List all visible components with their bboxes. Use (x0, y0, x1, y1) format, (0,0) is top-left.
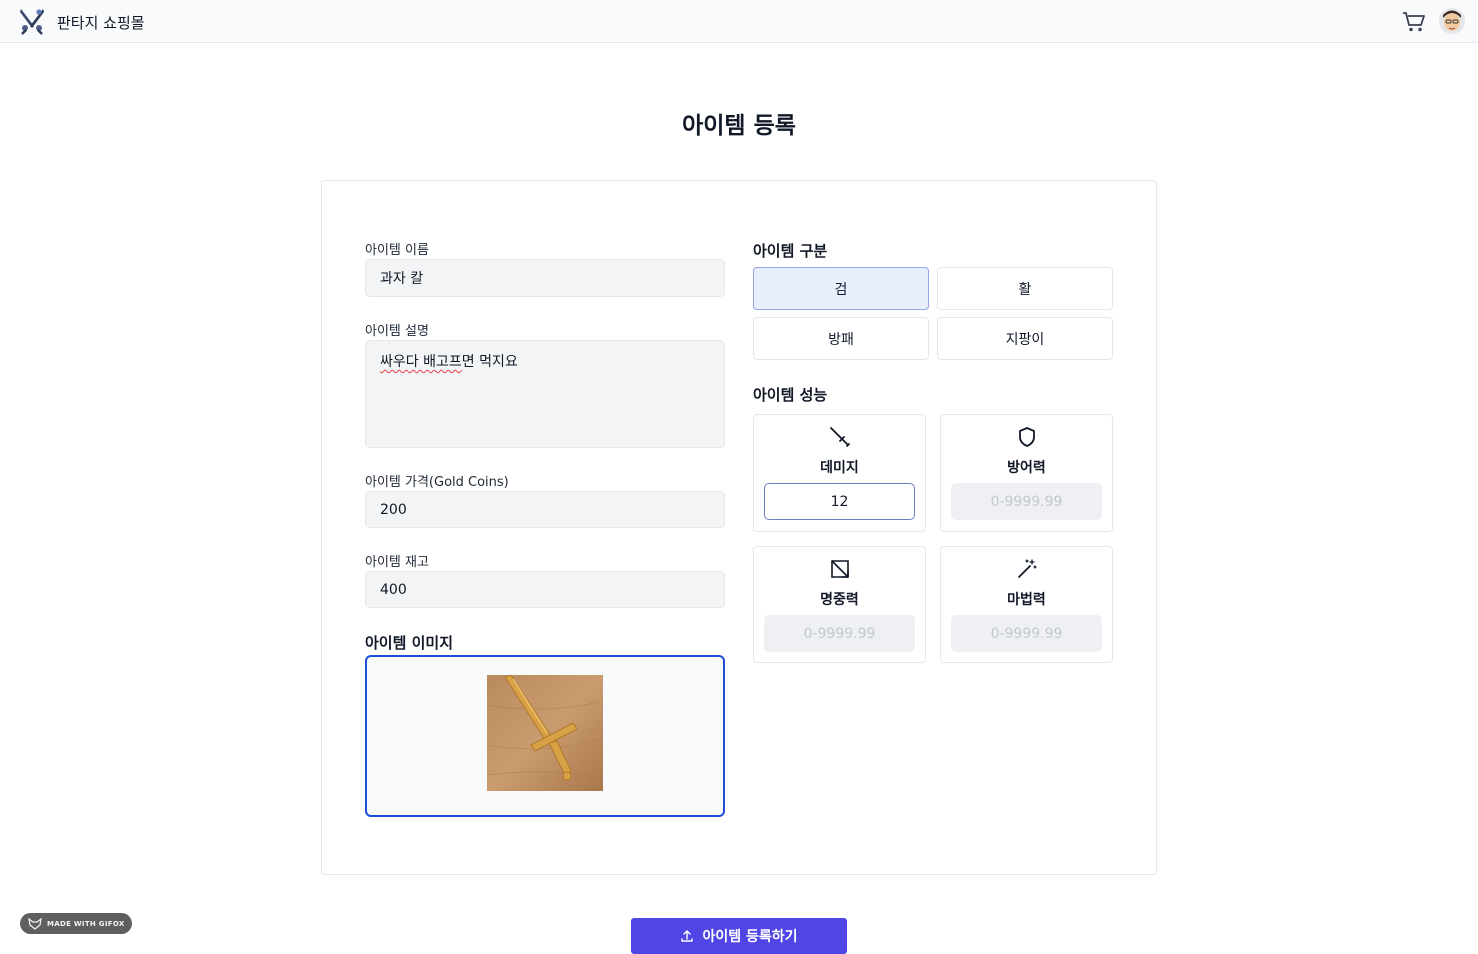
cart-icon[interactable] (1402, 11, 1426, 33)
type-option-bow[interactable]: 활 (937, 267, 1113, 310)
magic-input[interactable]: 0-9999.99 (951, 615, 1102, 652)
item-image-preview (487, 675, 603, 791)
target-arrow-icon (831, 560, 849, 578)
badge-text: MADE WITH GIFOX (47, 919, 125, 928)
stat-card-damage: 데미지 12 (753, 414, 926, 532)
accuracy-input[interactable]: 0-9999.99 (764, 615, 915, 652)
item-name-value: 과자 칼 (380, 271, 424, 287)
upload-icon (681, 930, 694, 942)
item-image-label: 아이템 이미지 (365, 634, 454, 652)
crossed-swords-logo-icon[interactable] (17, 6, 47, 36)
item-name-label: 아이템 이름 (365, 243, 429, 258)
item-price-value: 200 (380, 501, 407, 518)
sword-icon (830, 427, 850, 447)
avatar-icon (1439, 8, 1465, 34)
item-description-textarea[interactable]: 싸우다 배고프면 먹지요 (365, 340, 725, 448)
made-with-gifox-badge: MADE WITH GIFOX (20, 913, 132, 934)
submit-item-button[interactable]: 아이템 등록하기 (631, 918, 847, 954)
defense-input[interactable]: 0-9999.99 (951, 483, 1102, 520)
submit-item-label: 아이템 등록하기 (702, 929, 798, 945)
item-description-label: 아이템 설명 (365, 324, 429, 339)
top-navbar: 판타지 쇼핑몰 (0, 0, 1478, 43)
item-stock-input[interactable]: 400 (365, 571, 725, 608)
item-description-value: 싸우다 배고프면 먹지요 (380, 351, 518, 371)
item-stats-label: 아이템 성능 (753, 386, 828, 404)
stat-card-defense: 방어력 0-9999.99 (940, 414, 1113, 532)
type-option-shield[interactable]: 방패 (753, 317, 929, 360)
item-price-input[interactable]: 200 (365, 491, 725, 528)
damage-input[interactable]: 12 (764, 483, 915, 520)
item-price-label: 아이템 가격(Gold Coins) (365, 475, 509, 490)
shield-icon (1019, 427, 1035, 447)
stat-label-magic: 마법력 (1007, 592, 1046, 608)
stat-card-accuracy: 명중력 0-9999.99 (753, 546, 926, 663)
spellcheck-underlined-text: 싸우다 배고프 (380, 354, 462, 370)
page-title: 아이템 등록 (682, 113, 796, 139)
stat-label-damage: 데미지 (820, 460, 859, 476)
magic-wand-icon (1018, 559, 1037, 578)
brand-name[interactable]: 판타지 쇼핑몰 (57, 12, 145, 33)
image-upload-dropzone[interactable] (365, 655, 725, 817)
type-option-staff[interactable]: 지팡이 (937, 317, 1113, 360)
item-description-value-rest: 면 먹지요 (461, 354, 518, 370)
type-option-sword[interactable]: 검 (753, 267, 929, 310)
item-name-input[interactable]: 과자 칼 (365, 259, 725, 297)
avatar[interactable] (1439, 8, 1465, 34)
stat-label-defense: 방어력 (1007, 460, 1046, 476)
stat-card-magic: 마법력 0-9999.99 (940, 546, 1113, 663)
item-stock-label: 아이템 재고 (365, 555, 429, 570)
item-stock-value: 400 (380, 581, 407, 598)
fox-icon (28, 917, 42, 930)
item-type-label: 아이템 구분 (753, 242, 828, 260)
stat-label-accuracy: 명중력 (820, 592, 859, 608)
